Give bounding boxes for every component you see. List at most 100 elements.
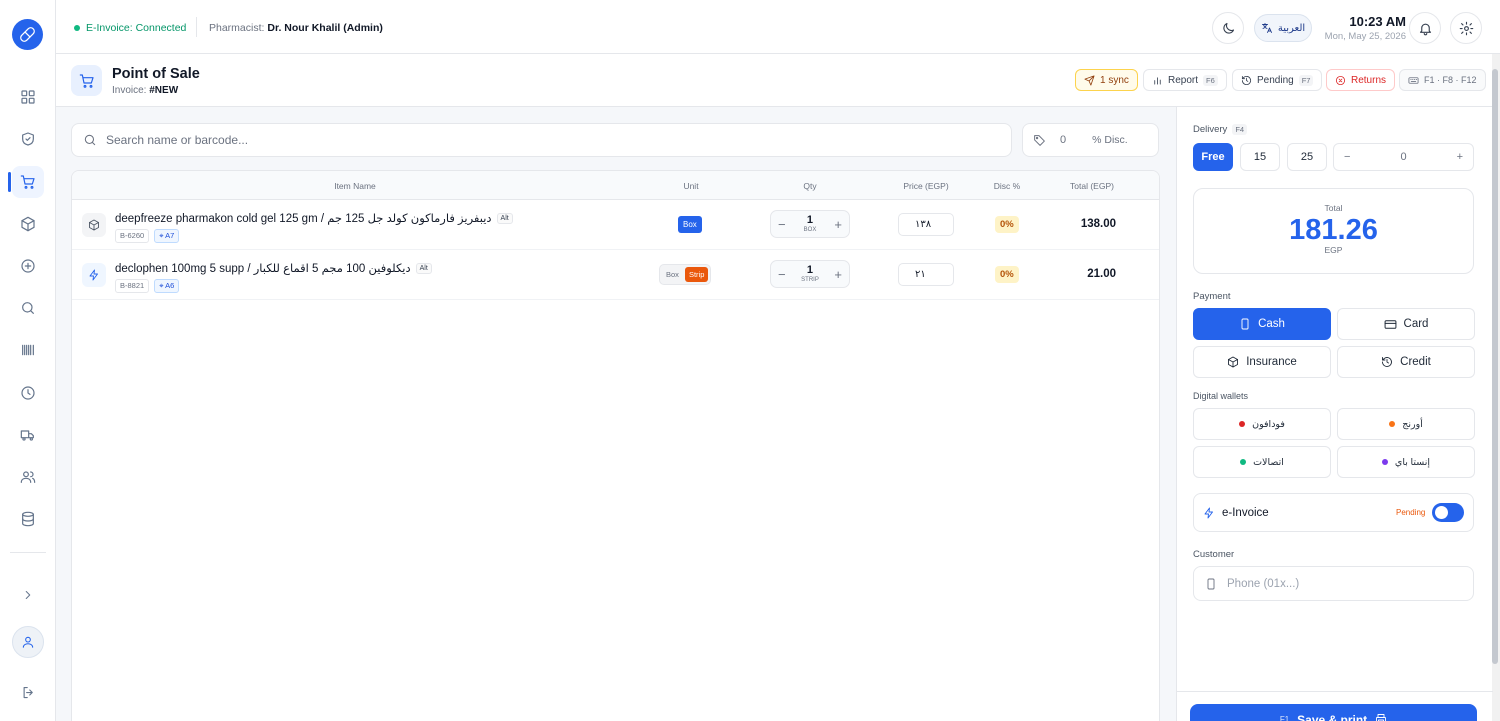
alternatives-badge[interactable]: Alt <box>415 262 432 274</box>
sync-button[interactable]: 1 sync <box>1075 69 1138 91</box>
product-search-box[interactable] <box>71 123 1012 157</box>
current-date: Mon, May 25, 2026 <box>1324 31 1406 42</box>
payment-credit-button[interactable]: Credit <box>1337 346 1475 378</box>
user-avatar[interactable] <box>12 626 44 658</box>
payment-cash-label: Cash <box>1258 318 1285 330</box>
unit-strip-button[interactable]: Strip <box>684 267 709 282</box>
delivery-custom-stepper[interactable]: − 0 + <box>1333 143 1474 171</box>
quantity-display: 1 BOX <box>804 215 817 234</box>
report-button[interactable]: Report F6 <box>1143 69 1227 91</box>
nav-add[interactable] <box>12 250 44 282</box>
payment-insurance-button[interactable]: Insurance <box>1193 346 1331 378</box>
send-icon <box>1084 75 1095 86</box>
tag-icon <box>1033 134 1046 147</box>
product-search-input[interactable] <box>106 133 966 147</box>
discount-badge[interactable]: 0% <box>995 266 1019 283</box>
returns-button[interactable]: Returns <box>1326 69 1396 91</box>
sidebar-divider <box>10 552 46 553</box>
alternatives-badge[interactable]: Alt <box>496 212 513 224</box>
payment-insurance-label: Insurance <box>1246 356 1297 368</box>
table-header: Item Name Unit Qty Price (EGP) Disc % To… <box>72 171 1159 200</box>
language-toggle-button[interactable]: العربية <box>1254 14 1312 42</box>
history-icon <box>1241 75 1252 86</box>
settings-button[interactable] <box>1450 12 1482 44</box>
batch-code: B-6260 <box>115 229 150 243</box>
delivery-label: Delivery <box>1193 124 1228 135</box>
increment-button[interactable]: + <box>834 267 842 282</box>
column-header-item-name: Item Name <box>334 181 376 191</box>
clock-icon <box>20 385 36 401</box>
page-scrollbar[interactable] <box>1492 54 1500 721</box>
nav-delivery[interactable] <box>12 419 44 451</box>
translate-icon <box>1261 22 1273 34</box>
pending-button[interactable]: Pending F7 <box>1232 69 1323 91</box>
unit-toggle: Box Strip <box>659 264 712 285</box>
einvoice-connection-status: E-Invoice: Connected <box>74 22 186 34</box>
discount-value[interactable]: 0 <box>1060 134 1066 146</box>
history-icon <box>1381 356 1393 368</box>
payment-card-button[interactable]: Card <box>1337 308 1475 340</box>
delivery-free-button[interactable]: Free <box>1193 143 1233 171</box>
row-total: 21.00 <box>1087 268 1116 280</box>
delivery-25-button[interactable]: 25 <box>1287 143 1327 171</box>
nav-customers[interactable] <box>12 461 44 493</box>
nav-dashboard[interactable] <box>12 81 44 113</box>
delivery-custom-value[interactable]: 0 <box>1400 151 1406 163</box>
customer-phone-box[interactable] <box>1193 566 1474 601</box>
batch-code: B-8821 <box>115 279 150 293</box>
nav-security[interactable] <box>12 123 44 155</box>
shortcuts-button[interactable]: F1 · F8 · F12 <box>1399 69 1486 91</box>
nav-search[interactable] <box>12 292 44 324</box>
app-logo[interactable] <box>12 19 43 50</box>
table-row[interactable]: declophen 100mg 5 supp / ديكلوفين 100 مج… <box>72 250 1159 300</box>
delivery-decrement-button[interactable]: − <box>1344 151 1350 163</box>
notifications-button[interactable] <box>1409 12 1441 44</box>
save-and-print-button[interactable]: F1 Save & print <box>1190 704 1477 721</box>
decrement-button[interactable]: − <box>778 267 786 282</box>
nav-history[interactable] <box>12 377 44 409</box>
decrement-button[interactable]: − <box>778 217 786 232</box>
wallet-etisalat-button[interactable]: اتصالات <box>1193 446 1331 478</box>
returns-label: Returns <box>1351 74 1387 86</box>
delivery-section-label: Delivery F4 <box>1193 124 1248 135</box>
logout-button[interactable] <box>12 676 44 708</box>
unit-box-button[interactable]: Box <box>662 267 683 282</box>
total-amount: 181.26 <box>1289 214 1378 246</box>
increment-button[interactable]: + <box>834 217 842 232</box>
pos-icon-tile <box>71 65 102 96</box>
wallet-name: إنستا باي <box>1394 456 1431 468</box>
table-row[interactable]: deepfreeze pharmakon cold gel 125 gm / د… <box>72 200 1159 250</box>
delivery-shortcut: F4 <box>1232 124 1248 135</box>
scrollbar-thumb[interactable] <box>1492 69 1498 664</box>
price-input[interactable]: ٢١ <box>898 263 954 286</box>
expand-sidebar-button[interactable] <box>12 579 44 611</box>
delivery-15-button[interactable]: 15 <box>1240 143 1280 171</box>
column-header-qty: Qty <box>803 181 817 191</box>
wallet-vodafone-button[interactable]: فودافون <box>1193 408 1331 440</box>
wallet-orange-button[interactable]: أورنج <box>1337 408 1475 440</box>
logout-icon <box>21 685 36 700</box>
unit-box-button[interactable]: Box <box>678 216 702 233</box>
discount-badge[interactable]: 0% <box>995 216 1019 233</box>
wallet-instapay-button[interactable]: إنستا باي <box>1337 446 1475 478</box>
quantity-stepper[interactable]: − 1 STRIP + <box>770 260 850 288</box>
printer-icon <box>1375 713 1387 721</box>
nav-inventory[interactable] <box>12 208 44 240</box>
customer-phone-input[interactable] <box>1227 577 1447 590</box>
einvoice-toggle[interactable] <box>1432 503 1464 522</box>
invoice-number: Invoice: #NEW <box>112 85 178 96</box>
delivery-increment-button[interactable]: + <box>1457 151 1463 163</box>
dark-mode-button[interactable] <box>1212 12 1244 44</box>
price-input[interactable]: ١٣٨ <box>898 213 954 236</box>
nav-barcode[interactable] <box>12 334 44 366</box>
nav-point-of-sale[interactable] <box>12 166 44 198</box>
wallets-label: Digital wallets <box>1193 391 1249 401</box>
payment-credit-label: Credit <box>1400 356 1431 368</box>
package-icon <box>1227 356 1239 368</box>
invoice-discount-box[interactable]: 0 % Disc. <box>1022 123 1159 157</box>
pharmacist-info: Pharmacist: Dr. Nour Khalil (Admin) <box>209 22 383 34</box>
quantity-stepper[interactable]: − 1 BOX + <box>770 210 850 238</box>
wallet-name: اتصالات <box>1253 456 1284 468</box>
payment-cash-button[interactable]: Cash <box>1193 308 1331 340</box>
nav-database[interactable] <box>12 503 44 535</box>
